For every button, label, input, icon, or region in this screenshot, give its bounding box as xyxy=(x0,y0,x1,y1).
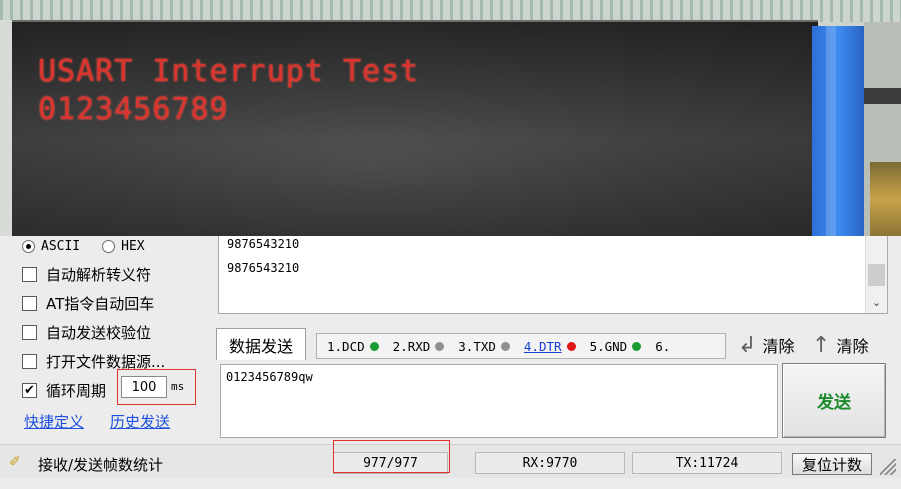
tab-send-data[interactable]: 数据发送 xyxy=(216,328,306,360)
signal-dcd: 1.DCD xyxy=(327,339,379,354)
serial-assistant: ASCII HEX 自动解析转义符 AT指令自动回车 自动发送校验位 打开文件数… xyxy=(0,236,901,489)
signal-gnd: 5.GND xyxy=(590,339,642,354)
at-newline-checkbox[interactable] xyxy=(22,295,37,311)
highlight-box-frames xyxy=(333,440,450,473)
lcd-text-line-2: 0123456789 xyxy=(38,92,229,127)
radio-ascii[interactable] xyxy=(22,239,35,253)
options-panel: ASCII HEX 自动解析转义符 AT指令自动回车 自动发送校验位 打开文件数… xyxy=(0,236,214,443)
open-file-checkbox[interactable] xyxy=(22,353,37,369)
flex-cable xyxy=(812,26,864,236)
lcd-screen: USART Interrupt Test 0123456789 xyxy=(12,20,818,236)
quick-define-link[interactable]: 快捷定义 xyxy=(24,411,84,432)
return-arrow-icon: ↲ xyxy=(738,332,757,358)
reset-count-button[interactable]: 复位计数 xyxy=(792,453,872,475)
radio-hex-label: HEX xyxy=(121,238,145,254)
status-dot-icon xyxy=(566,341,576,351)
auto-checksum-option[interactable]: 自动发送校验位 xyxy=(22,321,151,343)
gold-contacts xyxy=(870,162,901,236)
signal-6: 6. xyxy=(655,338,671,354)
receive-line: 9876543210 xyxy=(227,237,300,251)
receive-area[interactable]: 9876543210 9876543210 ⌄ xyxy=(218,236,888,314)
send-button[interactable]: 发送 xyxy=(782,363,886,438)
signal-txd: 3.TXD xyxy=(458,339,510,354)
radio-hex[interactable] xyxy=(102,239,116,253)
lcd-photo: USART Interrupt Test 0123456789 xyxy=(0,0,901,236)
cycle-option[interactable]: ✔ 循环周期 xyxy=(22,379,106,401)
radio-ascii-label: ASCII xyxy=(41,238,81,254)
history-send-link[interactable]: 历史发送 xyxy=(110,411,170,432)
status-bar: ✐ 接收/发送帧数统计 977/977 RX:9770 TX:11724 复位计… xyxy=(0,444,901,478)
pcb-top-edge xyxy=(0,0,901,22)
cycle-label: 循环周期 xyxy=(46,381,107,400)
status-dot-icon xyxy=(435,341,445,351)
auto-escape-option[interactable]: 自动解析转义符 xyxy=(22,263,151,285)
signal-rxd: 2.RXD xyxy=(393,339,445,354)
signal-lines: 1.DCD 2.RXD 3.TXD 4.DTR 5.GND 6. xyxy=(316,333,726,359)
clear-send-button[interactable]: ↑ 清除 xyxy=(812,332,868,358)
rx-count: RX:9770 xyxy=(475,452,625,474)
frame-stats-label: 接收/发送帧数统计 xyxy=(38,456,164,474)
at-newline-label: AT指令自动回车 xyxy=(46,294,155,313)
auto-escape-label: 自动解析转义符 xyxy=(46,265,152,284)
up-arrow-icon: ↑ xyxy=(812,332,831,358)
resize-grip-icon[interactable] xyxy=(880,459,896,475)
tx-count: TX:11724 xyxy=(632,452,782,474)
receive-scrollbar[interactable]: ⌄ xyxy=(865,236,887,313)
status-dot-icon xyxy=(500,341,510,351)
highlight-box-cycle xyxy=(117,369,196,405)
scrollbar-thumb[interactable] xyxy=(868,264,885,286)
cycle-checkbox[interactable]: ✔ xyxy=(22,382,37,398)
auto-checksum-checkbox[interactable] xyxy=(22,324,37,340)
auto-checksum-label: 自动发送校验位 xyxy=(46,323,152,342)
status-dot-icon xyxy=(369,341,379,351)
clear-receive-button[interactable]: ↲ 清除 xyxy=(738,332,794,358)
status-dot-icon xyxy=(632,341,642,351)
lcd-text-line-1: USART Interrupt Test xyxy=(38,54,420,89)
receive-line: 9876543210 xyxy=(227,261,300,275)
auto-escape-checkbox[interactable] xyxy=(22,266,37,282)
at-newline-option[interactable]: AT指令自动回车 xyxy=(22,292,154,314)
send-input[interactable]: 0123456789qw xyxy=(220,364,778,438)
pcb-left-edge xyxy=(0,20,12,236)
statistics-icon: ✐ xyxy=(9,454,21,470)
send-input-text: 0123456789qw xyxy=(226,370,313,384)
format-radio-group: ASCII HEX xyxy=(22,236,167,256)
chevron-down-icon[interactable]: ⌄ xyxy=(866,296,887,309)
signal-dtr[interactable]: 4.DTR xyxy=(524,339,576,354)
